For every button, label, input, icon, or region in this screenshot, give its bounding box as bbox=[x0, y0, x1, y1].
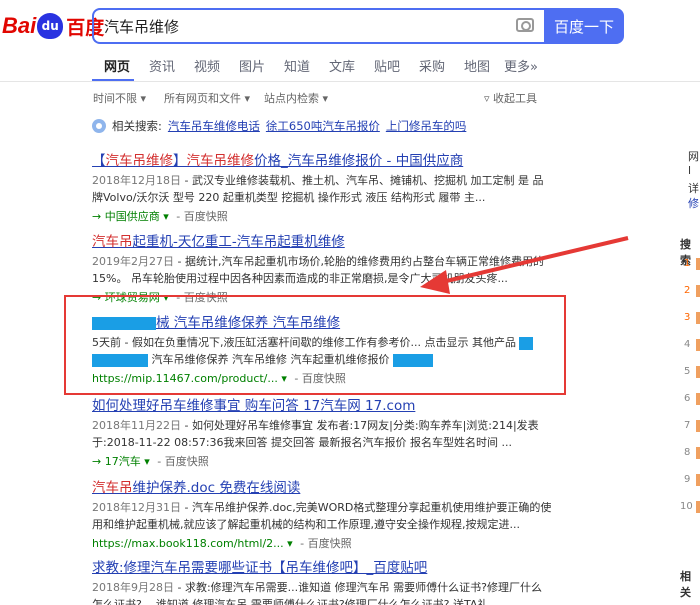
rank-item[interactable] bbox=[696, 474, 700, 486]
right-sidebar: 网 l 详 修 搜索 1 2 3 4 5 6 7 8 9 10 相关 bbox=[676, 140, 700, 605]
result-url[interactable]: https://max.book118.com/html/2... bbox=[92, 537, 284, 550]
rank-number: 10 bbox=[680, 501, 693, 512]
rank-number: 3 bbox=[684, 312, 691, 323]
result-title-link[interactable]: 如何处理好吊车维修事宜 购车问答 17汽车网 17.com bbox=[92, 394, 552, 414]
result-date: 2018年12月31日 bbox=[92, 501, 181, 514]
search-result: 如何处理好吊车维修事宜 购车问答 17汽车网 17.com 2018年11月22… bbox=[92, 394, 552, 469]
search-result: 汽车吊维护保养.doc 免费在线阅读 2018年12月31日 - 汽车吊维护保养… bbox=[92, 476, 552, 551]
search-result: 求教:修理汽车吊需要哪些证书【吊车维修吧】_百度贴吧 2018年9月28日 - … bbox=[92, 556, 552, 605]
result-abstract: 2018年9月28日 - 求教:修理汽车吊需要...谁知道 修理汽车吊 需要师傅… bbox=[92, 579, 552, 605]
rank-number: 2 bbox=[684, 285, 691, 296]
rank-item[interactable] bbox=[696, 258, 700, 270]
rank-number: 7 bbox=[684, 420, 691, 431]
snapshot-link[interactable]: 百度快照 bbox=[300, 537, 351, 550]
sidebar-text: 详 bbox=[688, 182, 699, 195]
rank-number: 6 bbox=[684, 393, 691, 404]
result-abstract: 2018年12月31日 - 汽车吊维护保养.doc,完美WORD格式整理分享起重… bbox=[92, 499, 552, 533]
result-title-link[interactable]: 求教:修理汽车吊需要哪些证书【吊车维修吧】_百度贴吧 bbox=[92, 556, 552, 576]
rank-item[interactable] bbox=[696, 447, 700, 459]
rank-item[interactable] bbox=[696, 393, 700, 405]
sidebar-text: 网 bbox=[688, 150, 699, 163]
rank-number: 8 bbox=[684, 447, 691, 458]
sidebar-link[interactable]: 修 bbox=[688, 195, 699, 211]
title-part: 维护保养.doc 免费在线阅读 bbox=[132, 480, 301, 496]
rank-item[interactable] bbox=[696, 339, 700, 351]
rank-item[interactable] bbox=[696, 312, 700, 324]
rank-item[interactable] bbox=[696, 420, 700, 432]
rank-number: 1 bbox=[684, 258, 691, 269]
rank-item[interactable] bbox=[696, 366, 700, 378]
result-footer: → 17汽车 ▾ 百度快照 bbox=[92, 453, 552, 469]
rank-number: 5 bbox=[684, 366, 691, 377]
result-footer: https://max.book118.com/html/2... ▾ 百度快照 bbox=[92, 535, 552, 551]
rank-item[interactable] bbox=[696, 285, 700, 297]
result-date: 2018年9月28日 bbox=[92, 581, 174, 594]
rank-item[interactable] bbox=[696, 501, 700, 513]
snapshot-link[interactable]: 百度快照 bbox=[157, 455, 208, 468]
title-highlight: 汽车吊 bbox=[92, 480, 133, 496]
sidebar-related-heading: 相关 bbox=[680, 570, 691, 599]
result-abstract: 2018年11月22日 - 如何处理好吊车维修事宜 发布者:17网友|分类:购车… bbox=[92, 417, 552, 451]
rank-number: 9 bbox=[684, 474, 691, 485]
rank-number: 4 bbox=[684, 339, 691, 350]
result-date: 2018年11月22日 bbox=[92, 419, 181, 432]
sidebar-text: l bbox=[688, 164, 692, 177]
result-title-link[interactable]: 汽车吊维护保养.doc 免费在线阅读 bbox=[92, 476, 552, 496]
result-source[interactable]: 17汽车 bbox=[105, 455, 141, 468]
